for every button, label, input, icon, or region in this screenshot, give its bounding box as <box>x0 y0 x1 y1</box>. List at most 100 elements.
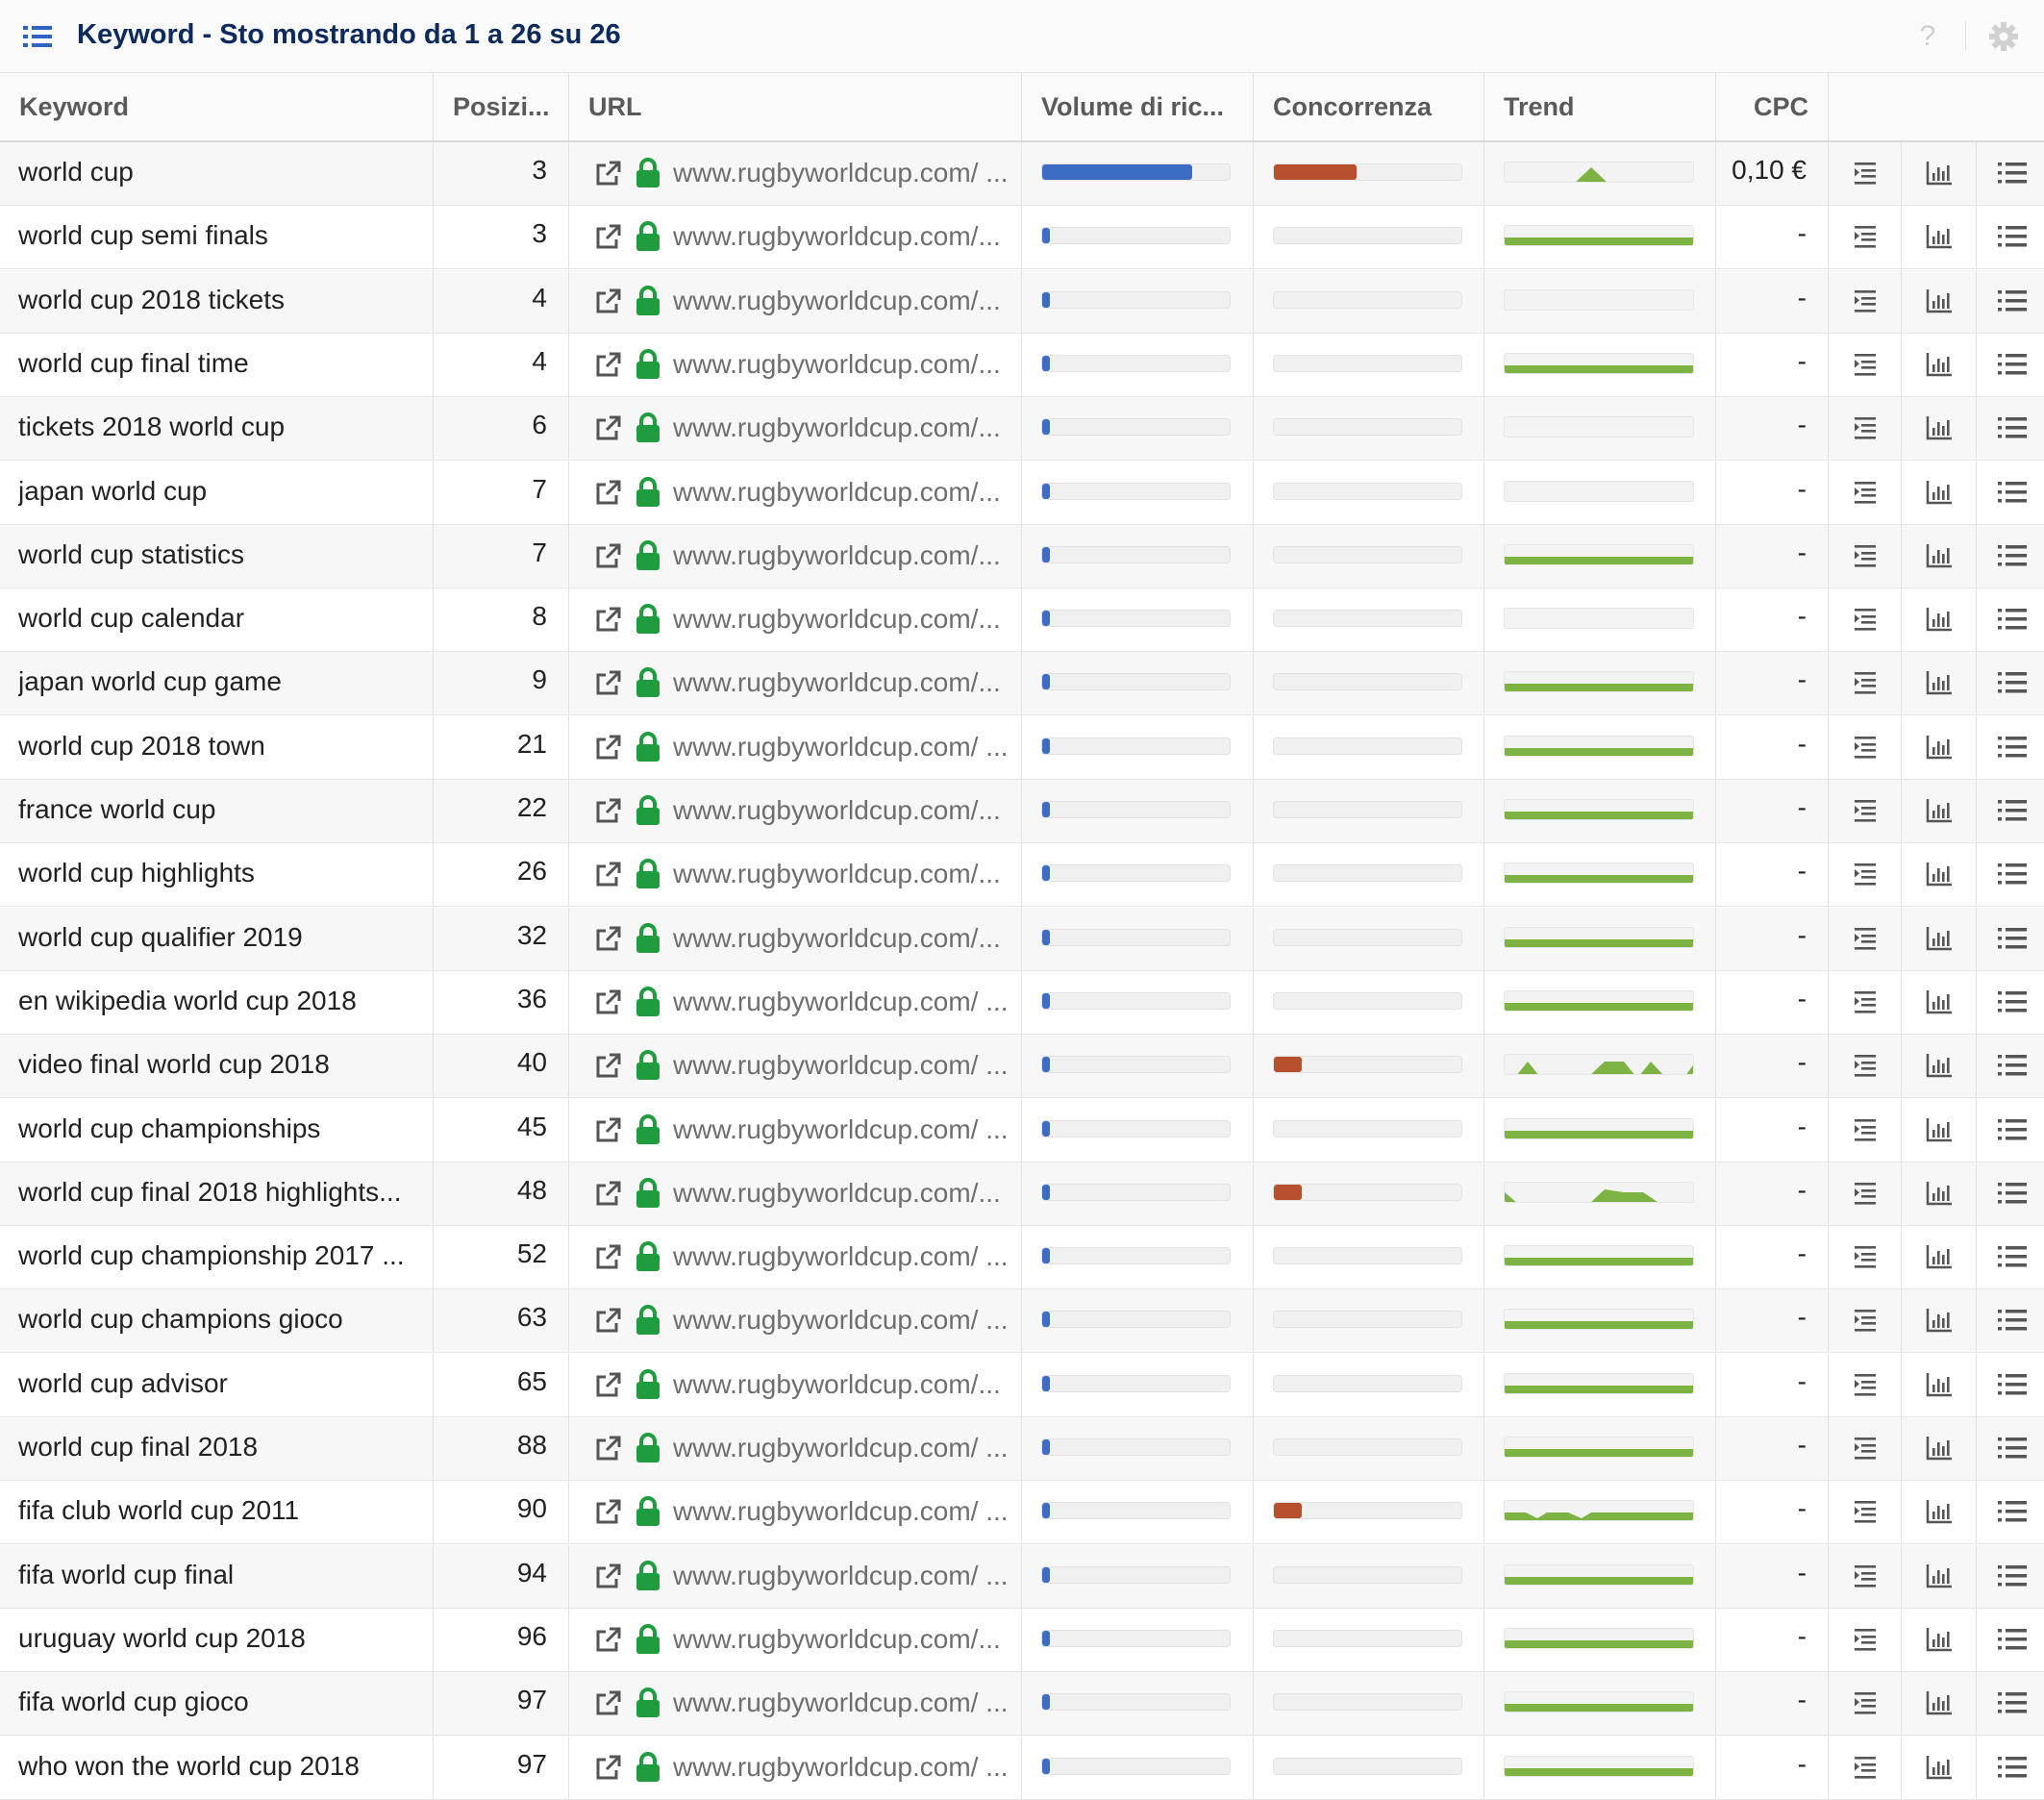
help-icon[interactable]: ? <box>1913 17 1942 56</box>
list-icon[interactable] <box>1998 1180 2027 1207</box>
url-link[interactable]: www.rugbyworldcup.com/ ... <box>673 1672 1010 1734</box>
column-header-competition[interactable]: Concorrenza <box>1254 73 1484 140</box>
external-link-icon[interactable] <box>593 1689 622 1718</box>
url-link[interactable]: www.rugbyworldcup.com/... <box>673 843 1010 905</box>
keyword-text[interactable]: world cup championship 2017 ... <box>18 1226 405 1286</box>
url-link[interactable]: www.rugbyworldcup.com/ ... <box>673 1099 1010 1161</box>
bar-chart-icon[interactable] <box>1926 606 1953 633</box>
keyword-text[interactable]: world cup 2018 tickets <box>18 270 285 330</box>
url-link[interactable]: www.rugbyworldcup.com/... <box>673 397 1010 459</box>
bar-chart-icon[interactable] <box>1926 1498 1953 1525</box>
bar-chart-icon[interactable] <box>1926 479 1953 506</box>
url-link[interactable]: www.rugbyworldcup.com/ ... <box>673 142 1010 204</box>
url-link[interactable]: www.rugbyworldcup.com/... <box>673 334 1010 395</box>
indent-list-icon[interactable] <box>1852 479 1879 506</box>
external-link-icon[interactable] <box>593 606 622 635</box>
list-icon[interactable] <box>1998 1307 2027 1334</box>
list-icon[interactable] <box>1998 1371 2027 1398</box>
gear-icon[interactable] <box>1988 21 2019 52</box>
url-link[interactable]: www.rugbyworldcup.com/... <box>673 588 1010 650</box>
indent-list-icon[interactable] <box>1852 669 1879 696</box>
keyword-text[interactable]: world cup highlights <box>18 843 255 903</box>
keyword-text[interactable]: world cup final 2018 <box>18 1417 258 1477</box>
external-link-icon[interactable] <box>593 1116 622 1145</box>
list-icon[interactable] <box>1998 160 2027 187</box>
indent-list-icon[interactable] <box>1852 606 1879 633</box>
external-link-icon[interactable] <box>593 1307 622 1336</box>
external-link-icon[interactable] <box>593 414 622 443</box>
bar-chart-icon[interactable] <box>1926 1562 1953 1589</box>
external-link-icon[interactable] <box>593 1498 622 1527</box>
column-header-position[interactable]: Posizi... <box>434 73 569 140</box>
indent-list-icon[interactable] <box>1852 1371 1879 1398</box>
url-link[interactable]: www.rugbyworldcup.com/... <box>673 1354 1010 1415</box>
keyword-text[interactable]: world cup calendar <box>18 588 244 648</box>
indent-list-icon[interactable] <box>1852 988 1879 1015</box>
list-icon[interactable] <box>1998 734 2027 761</box>
keyword-text[interactable]: world cup championships <box>18 1099 320 1159</box>
keyword-text[interactable]: fifa club world cup 2011 <box>18 1481 299 1540</box>
bar-chart-icon[interactable] <box>1926 1307 1953 1334</box>
external-link-icon[interactable] <box>593 1371 622 1400</box>
keyword-text[interactable]: world cup champions gioco <box>18 1289 343 1349</box>
list-icon[interactable] <box>1998 606 2027 633</box>
keyword-text[interactable]: fifa world cup final <box>18 1545 234 1605</box>
indent-list-icon[interactable] <box>1852 1052 1879 1079</box>
external-link-icon[interactable] <box>593 1243 622 1272</box>
indent-list-icon[interactable] <box>1852 861 1879 888</box>
list-icon[interactable] <box>1998 414 2027 441</box>
indent-list-icon[interactable] <box>1852 1689 1879 1716</box>
keyword-text[interactable]: tickets 2018 world cup <box>18 397 285 457</box>
list-icon[interactable] <box>1998 1754 2027 1781</box>
list-icon[interactable] <box>1998 797 2027 824</box>
external-link-icon[interactable] <box>593 925 622 954</box>
external-link-icon[interactable] <box>593 1435 622 1463</box>
keyword-text[interactable]: world cup final time <box>18 334 249 393</box>
url-link[interactable]: www.rugbyworldcup.com/... <box>673 908 1010 969</box>
indent-list-icon[interactable] <box>1852 351 1879 378</box>
external-link-icon[interactable] <box>593 160 622 188</box>
indent-list-icon[interactable] <box>1852 925 1879 952</box>
list-icon[interactable] <box>1998 1689 2027 1716</box>
indent-list-icon[interactable] <box>1852 1498 1879 1525</box>
keyword-text[interactable]: fifa world cup gioco <box>18 1672 249 1732</box>
list-icon[interactable] <box>1998 1435 2027 1462</box>
indent-list-icon[interactable] <box>1852 1626 1879 1653</box>
bar-chart-icon[interactable] <box>1926 1116 1953 1143</box>
list-icon[interactable] <box>1998 861 2027 888</box>
bar-chart-icon[interactable] <box>1926 1243 1953 1270</box>
external-link-icon[interactable] <box>593 861 622 889</box>
external-link-icon[interactable] <box>593 223 622 252</box>
external-link-icon[interactable] <box>593 797 622 826</box>
bar-chart-icon[interactable] <box>1926 797 1953 824</box>
keyword-text[interactable]: who won the world cup 2018 <box>18 1737 360 1796</box>
url-link[interactable]: www.rugbyworldcup.com/... <box>673 652 1010 713</box>
bar-chart-icon[interactable] <box>1926 414 1953 441</box>
indent-list-icon[interactable] <box>1852 160 1879 187</box>
url-link[interactable]: www.rugbyworldcup.com/... <box>673 270 1010 332</box>
column-header-cpc[interactable]: CPC <box>1716 73 1829 140</box>
keyword-text[interactable]: en wikipedia world cup 2018 <box>18 971 357 1031</box>
keyword-text[interactable]: world cup qualifier 2019 <box>18 908 303 967</box>
url-link[interactable]: www.rugbyworldcup.com/... <box>673 462 1010 523</box>
url-link[interactable]: www.rugbyworldcup.com/... <box>673 780 1010 841</box>
list-icon[interactable] <box>1998 1562 2027 1589</box>
bar-chart-icon[interactable] <box>1926 861 1953 888</box>
keyword-text[interactable]: world cup statistics <box>18 525 244 585</box>
bar-chart-icon[interactable] <box>1926 669 1953 696</box>
url-link[interactable]: www.rugbyworldcup.com/... <box>673 1609 1010 1670</box>
keyword-text[interactable]: world cup final 2018 highlights... <box>18 1162 401 1222</box>
bar-chart-icon[interactable] <box>1926 351 1953 378</box>
list-icon[interactable] <box>1998 925 2027 952</box>
url-link[interactable]: www.rugbyworldcup.com/ ... <box>673 1481 1010 1542</box>
url-link[interactable]: www.rugbyworldcup.com/ ... <box>673 716 1010 778</box>
bar-chart-icon[interactable] <box>1926 223 1953 250</box>
indent-list-icon[interactable] <box>1852 1754 1879 1781</box>
external-link-icon[interactable] <box>593 542 622 571</box>
external-link-icon[interactable] <box>593 669 622 698</box>
url-link[interactable]: www.rugbyworldcup.com/... <box>673 206 1010 267</box>
indent-list-icon[interactable] <box>1852 288 1879 314</box>
external-link-icon[interactable] <box>593 1754 622 1783</box>
indent-list-icon[interactable] <box>1852 1307 1879 1334</box>
list-icon[interactable] <box>1998 288 2027 314</box>
